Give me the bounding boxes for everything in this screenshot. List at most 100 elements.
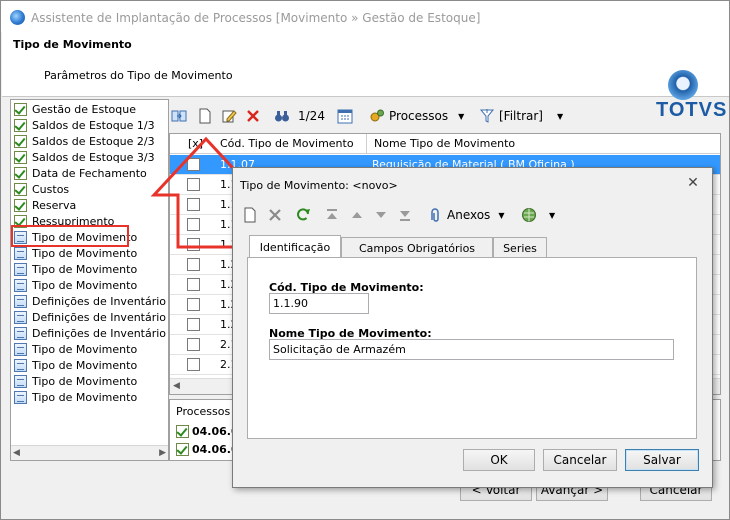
tree-item[interactable]: Saldos de Estoque 1/3 xyxy=(14,117,155,133)
check-icon xyxy=(14,166,27,180)
search-button[interactable] xyxy=(274,105,290,127)
tree-item[interactable]: Custos xyxy=(14,181,69,197)
last-record-button[interactable] xyxy=(397,204,413,226)
tree-item-label: Tipo de Movimento xyxy=(32,262,138,276)
tab-series[interactable]: Series xyxy=(493,237,547,258)
tree-item-label: Saldos de Estoque 2/3 xyxy=(32,134,155,148)
check-icon xyxy=(176,443,189,456)
name-field[interactable]: Solicitação de Armazém xyxy=(269,339,674,360)
new-record-button[interactable] xyxy=(242,204,258,226)
close-icon[interactable]: ✕ xyxy=(685,175,701,191)
check-icon xyxy=(14,150,27,164)
next-icon xyxy=(376,212,386,218)
tree-item[interactable]: Tipo de Movimento xyxy=(14,389,137,405)
record-counter: 1/24 xyxy=(298,109,325,123)
tree-item[interactable]: Definições de Inventário 2/3 xyxy=(14,309,168,325)
anexos-label: Anexos xyxy=(447,208,491,222)
tree-item[interactable]: Tipo de Movimento xyxy=(14,373,137,389)
wizard-header: Tipo de Movimento Parâmetros do Tipo de … xyxy=(2,32,729,121)
app-icon xyxy=(10,10,25,25)
tree-item[interactable]: Saldos de Estoque 3/3 xyxy=(14,149,155,165)
next-record-button[interactable] xyxy=(373,204,389,226)
row-checkbox[interactable] xyxy=(187,278,200,291)
tree-item[interactable]: Tipo de Movimento xyxy=(14,277,137,293)
new-button[interactable] xyxy=(197,105,213,127)
row-checkbox[interactable] xyxy=(187,258,200,271)
identificacao-panel: Cód. Tipo de Movimento: 1.1.90 Nome Tipo… xyxy=(247,257,697,439)
row-checkbox[interactable] xyxy=(187,318,200,331)
tree-item-label: Definições de Inventário 3/3 xyxy=(32,326,168,340)
check-icon xyxy=(14,134,27,148)
tree-item[interactable]: Tipo de Movimento xyxy=(14,261,137,277)
tree-item-label: Definições de Inventário 1/3 xyxy=(32,294,168,308)
delete-icon xyxy=(269,209,281,221)
process-item[interactable]: 04.06.0 xyxy=(176,425,239,438)
tree-item[interactable]: Tipo de Movimento xyxy=(14,341,137,357)
document-icon xyxy=(14,374,27,388)
cancel-button[interactable]: Cancelar xyxy=(543,449,617,471)
tree-item[interactable]: Reserva xyxy=(14,197,76,213)
code-field[interactable]: 1.1.90 xyxy=(269,293,369,314)
window-title: Assistente de Implantação de Processos [… xyxy=(31,11,481,25)
refresh-record-button[interactable] xyxy=(295,204,311,226)
edit-icon xyxy=(222,110,237,123)
refresh-button[interactable] xyxy=(171,105,187,127)
delete-record-button[interactable] xyxy=(267,204,283,226)
tree-item-label: Tipo de Movimento xyxy=(32,374,138,388)
page-subtitle: Parâmetros do Tipo de Movimento xyxy=(44,69,233,82)
grid-toolbar: 1/24 Processos ▼ [Filtrar] ▼ xyxy=(168,101,721,131)
globe-icon xyxy=(522,208,536,222)
save-button[interactable]: Salvar xyxy=(625,449,699,471)
row-checkbox[interactable] xyxy=(187,338,200,351)
ok-button[interactable]: OK xyxy=(463,449,535,471)
tree-item[interactable]: Tipo de Movimento xyxy=(14,357,137,373)
refresh-icon xyxy=(297,208,310,221)
tree-item[interactable]: Saldos de Estoque 2/3 xyxy=(14,133,155,149)
tree-item-label: Tipo de Movimento xyxy=(32,342,138,356)
previous-icon xyxy=(352,212,362,218)
steps-tree[interactable]: Gestão de Estoque Saldos de Estoque 1/3 Sa… xyxy=(10,99,169,461)
previous-record-button[interactable] xyxy=(349,204,365,226)
tree-item[interactable]: Tipo de Movimento xyxy=(14,245,137,261)
delete-icon xyxy=(247,110,259,122)
processos-menu-button[interactable]: Processos ▼ xyxy=(369,105,464,127)
new-document-icon xyxy=(244,207,256,223)
import-icon xyxy=(171,110,187,122)
binoculars-icon xyxy=(275,111,289,122)
document-icon xyxy=(14,278,27,292)
tree-horizontal-scrollbar[interactable]: ◀ ▶ xyxy=(11,445,168,460)
delete-button[interactable] xyxy=(245,105,261,127)
new-document-icon xyxy=(199,108,211,124)
extras-menu-button[interactable]: ▼ xyxy=(521,204,555,226)
column-header-name[interactable]: Nome Tipo de Movimento xyxy=(374,137,515,150)
process-item[interactable]: 04.06.0 xyxy=(176,443,239,456)
edit-button[interactable] xyxy=(221,105,237,127)
scroll-right-icon[interactable]: ▶ xyxy=(159,448,166,458)
first-record-button[interactable] xyxy=(324,204,340,226)
tree-item-label: Tipo de Movimento xyxy=(32,358,138,372)
filter-menu-button[interactable]: [Filtrar] ▼ xyxy=(479,105,563,127)
tree-item[interactable]: Definições de Inventário 3/3 xyxy=(14,325,168,341)
tree-item[interactable]: Definições de Inventário 1/3 xyxy=(14,293,168,309)
anexos-menu-button[interactable]: Anexos ▼ xyxy=(427,204,504,226)
row-checkbox[interactable] xyxy=(187,358,200,371)
document-icon xyxy=(14,390,27,404)
check-icon xyxy=(14,198,27,212)
document-icon xyxy=(14,310,27,324)
tree-item[interactable]: Gestão de Estoque xyxy=(14,101,136,117)
movement-type-dialog: Tipo de Movimento: <novo> ✕ Anexos ▼ ▼ I… xyxy=(232,167,713,488)
tab-campos-obrigatorios[interactable]: Campos Obrigatórios xyxy=(341,237,493,258)
tree-item[interactable]: Data de Fechamento xyxy=(14,165,147,181)
chevron-down-icon: ▼ xyxy=(549,210,556,220)
chevron-down-icon: ▼ xyxy=(498,210,505,220)
scroll-left-icon[interactable]: ◀ xyxy=(13,448,20,458)
scroll-left-icon[interactable]: ◀ xyxy=(173,381,180,391)
row-checkbox[interactable] xyxy=(187,298,200,311)
calendar-button[interactable] xyxy=(337,105,353,127)
dialog-title-bar: Tipo de Movimento: <novo> ✕ xyxy=(233,168,712,198)
tree-item-label: Tipo de Movimento xyxy=(32,390,138,404)
tab-identificacao[interactable]: Identificação xyxy=(249,235,341,258)
document-icon xyxy=(14,262,27,276)
page-title: Tipo de Movimento xyxy=(13,38,132,51)
tree-item-label: Saldos de Estoque 1/3 xyxy=(32,118,155,132)
